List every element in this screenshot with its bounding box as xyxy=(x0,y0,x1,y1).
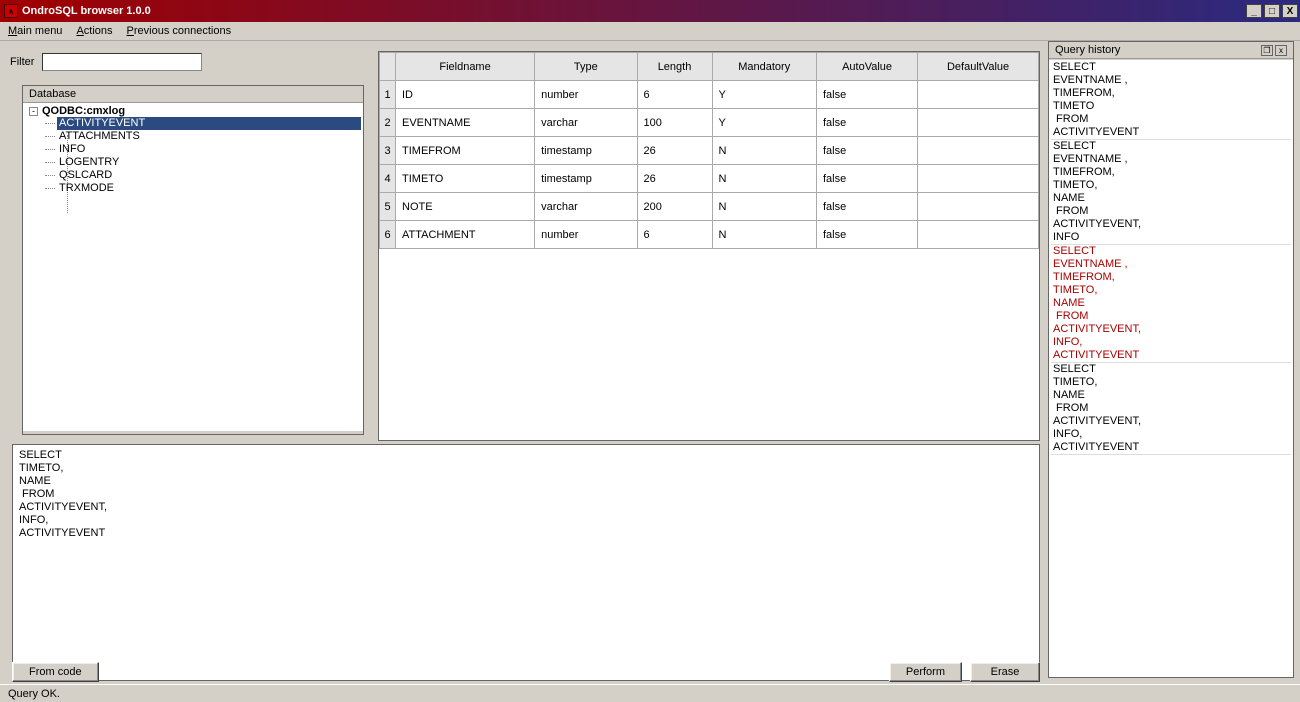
database-panel: Database -QODBC:cmxlog ACTIVITYEVENTATTA… xyxy=(22,85,364,435)
column-header[interactable]: Length xyxy=(637,53,712,81)
cell: TIMETO xyxy=(396,165,535,193)
table-row[interactable]: 6ATTACHMENTnumber6Nfalse xyxy=(380,221,1039,249)
tree-root-label[interactable]: QODBC:cmxlog xyxy=(42,105,125,117)
history-entry[interactable]: SELECT TIMETO, NAME FROM ACTIVITYEVENT, … xyxy=(1051,363,1291,455)
maximize-button[interactable]: □ xyxy=(1264,4,1280,18)
cell: false xyxy=(816,109,917,137)
cell: ATTACHMENT xyxy=(396,221,535,249)
tree-item[interactable]: INFO xyxy=(57,143,361,156)
table-row[interactable]: 5NOTEvarchar200Nfalse xyxy=(380,193,1039,221)
column-header[interactable]: Mandatory xyxy=(712,53,816,81)
column-header[interactable]: Fieldname xyxy=(396,53,535,81)
from-code-button[interactable]: From code xyxy=(12,662,99,682)
row-number: 1 xyxy=(380,81,396,109)
column-header[interactable]: DefaultValue xyxy=(918,53,1039,81)
history-undock-icon[interactable]: ❐ xyxy=(1261,45,1273,56)
cell: timestamp xyxy=(535,137,637,165)
database-panel-title: Database xyxy=(23,86,363,103)
app-icon: ∧ xyxy=(4,4,18,18)
menu-actions[interactable]: Actions xyxy=(76,25,112,37)
cell: varchar xyxy=(535,193,637,221)
cell: number xyxy=(535,81,637,109)
menubar: Main menu Actions Previous connections xyxy=(0,22,1300,41)
cell: 6 xyxy=(637,221,712,249)
cell: false xyxy=(816,81,917,109)
cell xyxy=(918,221,1039,249)
close-button[interactable]: X xyxy=(1282,4,1298,18)
cell: timestamp xyxy=(535,165,637,193)
cell: false xyxy=(816,221,917,249)
cell: 100 xyxy=(637,109,712,137)
status-text: Query OK. xyxy=(8,688,60,700)
table-row[interactable]: 2EVENTNAMEvarchar100Yfalse xyxy=(380,109,1039,137)
query-history-panel: Query history ❐ x SELECT EVENTNAME , TIM… xyxy=(1048,41,1294,678)
menu-previous-connections[interactable]: Previous connections xyxy=(127,25,232,37)
cell: ID xyxy=(396,81,535,109)
row-number: 6 xyxy=(380,221,396,249)
cell xyxy=(918,137,1039,165)
cell: false xyxy=(816,193,917,221)
cell: N xyxy=(712,221,816,249)
cell: 6 xyxy=(637,81,712,109)
cell: Y xyxy=(712,109,816,137)
tree-expander-icon[interactable]: - xyxy=(29,107,38,116)
filter-label: Filter xyxy=(10,56,34,68)
cell xyxy=(918,165,1039,193)
column-header[interactable]: Type xyxy=(535,53,637,81)
cell: NOTE xyxy=(396,193,535,221)
minimize-button[interactable]: _ xyxy=(1246,4,1262,18)
history-entry[interactable]: SELECT EVENTNAME , TIMEFROM, TIMETO, NAM… xyxy=(1051,245,1291,363)
row-number: 2 xyxy=(380,109,396,137)
fields-grid: FieldnameTypeLengthMandatoryAutoValueDef… xyxy=(378,51,1040,441)
cell: Y xyxy=(712,81,816,109)
erase-button[interactable]: Erase xyxy=(970,662,1040,682)
row-number: 4 xyxy=(380,165,396,193)
titlebar: ∧ OndroSQL browser 1.0.0 _ □ X xyxy=(0,0,1300,22)
cell xyxy=(918,109,1039,137)
table-row[interactable]: 1IDnumber6Yfalse xyxy=(380,81,1039,109)
column-header[interactable]: AutoValue xyxy=(816,53,917,81)
query-history-title: Query history xyxy=(1055,44,1259,56)
cell: N xyxy=(712,193,816,221)
sql-editor[interactable]: SELECT TIMETO, NAME FROM ACTIVITYEVENT, … xyxy=(12,444,1040,681)
cell: varchar xyxy=(535,109,637,137)
row-number: 3 xyxy=(380,137,396,165)
tree-item[interactable]: QSLCARD xyxy=(57,169,361,182)
table-row[interactable]: 3TIMEFROMtimestamp26Nfalse xyxy=(380,137,1039,165)
cell xyxy=(918,193,1039,221)
cell: 200 xyxy=(637,193,712,221)
history-entry[interactable]: SELECT EVENTNAME , TIMEFROM, TIMETO FROM… xyxy=(1051,61,1291,140)
row-number: 5 xyxy=(380,193,396,221)
tree-item[interactable]: TRXMODE xyxy=(57,182,361,195)
table-row[interactable]: 4TIMETOtimestamp26Nfalse xyxy=(380,165,1039,193)
cell: N xyxy=(712,165,816,193)
cell: TIMEFROM xyxy=(396,137,535,165)
tree-item[interactable]: LOGENTRY xyxy=(57,156,361,169)
history-entry[interactable]: SELECT EVENTNAME , TIMEFROM, TIMETO, NAM… xyxy=(1051,140,1291,245)
cell: EVENTNAME xyxy=(396,109,535,137)
cell: 26 xyxy=(637,137,712,165)
tree-item[interactable]: ACTIVITYEVENT xyxy=(57,117,361,130)
cell: number xyxy=(535,221,637,249)
query-history-list[interactable]: SELECT EVENTNAME , TIMEFROM, TIMETO FROM… xyxy=(1049,60,1293,677)
cell: N xyxy=(712,137,816,165)
perform-button[interactable]: Perform xyxy=(889,662,962,682)
database-tree[interactable]: -QODBC:cmxlog ACTIVITYEVENTATTACHMENTSIN… xyxy=(23,103,363,431)
cell xyxy=(918,81,1039,109)
tree-item[interactable]: ATTACHMENTS xyxy=(57,130,361,143)
window-title: OndroSQL browser 1.0.0 xyxy=(22,5,1244,17)
cell: false xyxy=(816,165,917,193)
history-close-icon[interactable]: x xyxy=(1275,45,1287,56)
statusbar: Query OK. xyxy=(0,684,1300,702)
menu-main[interactable]: Main menu xyxy=(8,25,62,37)
cell: false xyxy=(816,137,917,165)
filter-input[interactable] xyxy=(42,53,202,71)
cell: 26 xyxy=(637,165,712,193)
